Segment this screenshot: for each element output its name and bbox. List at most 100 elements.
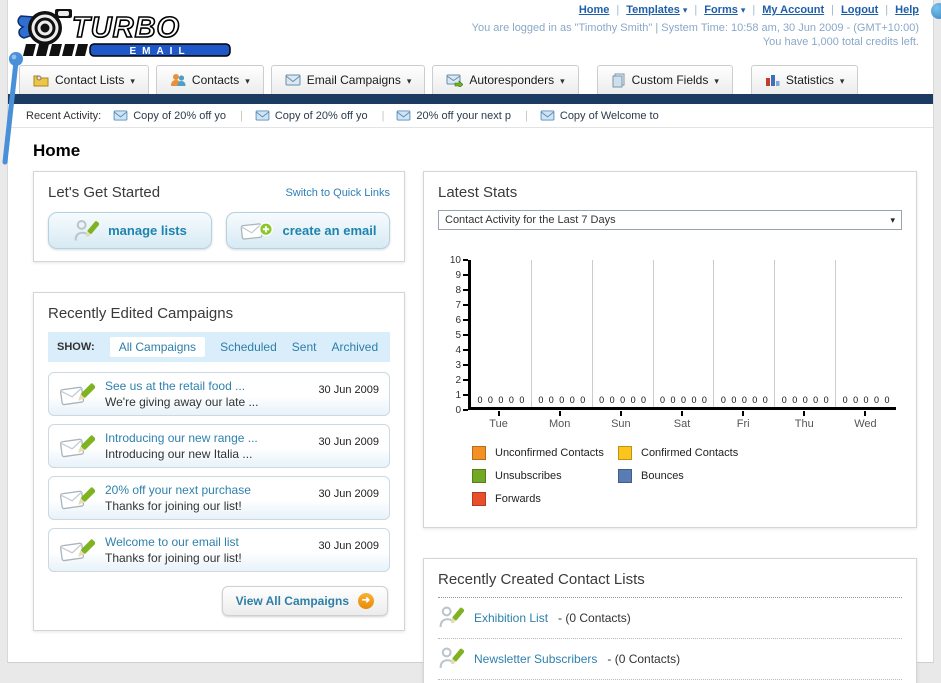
show-label: SHOW: [57,341,95,353]
chart-day-group: 00000 [775,260,837,407]
campaign-row[interactable]: See us at the retail food ... We're givi… [48,372,390,416]
campaign-title-link[interactable]: Welcome to our email list [105,535,308,549]
content-frame: TURBO EMAIL Home | Templates | Forms | My A… [7,0,934,683]
data-value-label: 0 [630,395,636,405]
chart-day-group: 00000 [836,260,896,407]
switch-quick-links[interactable]: Switch to Quick Links [285,187,390,199]
x-tick-label: Mon [529,411,590,430]
recent-activity-item[interactable]: Copy of 20% off yo [113,110,243,122]
tab-contacts[interactable]: Contacts [155,65,264,94]
tab-contact-lists[interactable]: Contact Lists [19,65,149,94]
home-link[interactable]: Home [579,4,610,16]
help-link[interactable]: Help [895,4,919,16]
y-tick-label: 1 [455,389,468,401]
tab-custom-fields[interactable]: Custom Fields [596,65,733,94]
data-value-label: 0 [609,395,615,405]
x-tick-label: Wed [835,411,896,430]
tab-email-campaigns[interactable]: Email Campaigns [270,65,426,94]
campaign-subtitle: We're giving away our late ... [105,395,259,409]
y-tick-label: 0 [455,404,468,416]
campaign-title-link[interactable]: Introducing our new range ... [105,431,308,445]
data-value-label: 0 [720,395,726,405]
y-tick-label: 8 [455,284,468,296]
chevron-down-icon [683,4,688,16]
tab-statistics[interactable]: Statistics [750,65,859,94]
legend-label: Confirmed Contacts [641,447,739,459]
campaign-list: See us at the retail food ... We're givi… [48,372,390,572]
legend-swatch [472,469,486,483]
navy-divider-bar [8,94,933,104]
campaign-title-link[interactable]: See us at the retail food ... [105,379,308,393]
contact-list-count: - (0 Contacts) [558,610,631,625]
recent-activity-item[interactable]: Copy of Welcome to [540,110,673,122]
legend-label: Forwards [495,493,541,505]
separator: | [831,4,835,16]
data-value-label: 0 [802,395,808,405]
create-email-button[interactable]: create an email [226,212,390,249]
data-value-label: 0 [842,395,848,405]
forms-link[interactable]: Forms [704,4,738,16]
legend-item: Unsubscribes [472,469,618,483]
data-value-label: 0 [599,395,605,405]
tab-label: Contacts [191,73,240,87]
person-pencil-icon [439,606,464,628]
logout-link[interactable]: Logout [841,4,878,16]
chevron-down-icon [407,73,412,87]
contact-list-row[interactable]: Newsletter Subscribers - (0 Contacts) [438,639,902,680]
logo-subtitle: EMAIL [129,46,190,57]
help-bubble-icon[interactable] [931,3,941,19]
contact-lists-title: Recently Created Contact Lists [438,571,645,588]
data-value-label: 0 [752,395,758,405]
data-value-label: 0 [823,395,829,405]
turbo-email-logo: TURBO EMAIL [17,9,231,57]
contacts-people-icon [170,74,186,86]
recent-activity-item[interactable]: Copy of 20% off yo [255,110,385,122]
pages-icon [612,73,625,87]
page-title: Home [33,141,81,160]
my-account-link[interactable]: My Account [762,4,824,16]
filter-scheduled[interactable]: Scheduled [220,340,277,354]
data-value-label: 0 [660,395,666,405]
data-value-label: 0 [813,395,819,405]
filter-archived[interactable]: Archived [331,340,378,354]
data-value-label: 0 [731,395,737,405]
data-value-label: 0 [691,395,697,405]
campaign-date: 30 Jun 2009 [318,488,379,500]
contact-list-row[interactable]: Exhibition List - (0 Contacts) [438,598,902,639]
stats-period-select[interactable]: Contact Activity for the Last 7 Days [438,210,902,230]
recent-activity-item[interactable]: 20% off your next p [396,110,527,122]
x-tick-label: Sun [590,411,651,430]
data-value-label: 0 [620,395,626,405]
filter-all-campaigns[interactable]: All Campaigns [109,337,206,357]
data-value-label: 0 [701,395,707,405]
recently-edited-campaigns-panel: Recently Edited Campaigns SHOW: All Camp… [33,292,405,631]
contact-list-link[interactable]: Newsletter Subscribers [474,652,597,666]
data-value-label: 0 [538,395,544,405]
x-tick-label: Tue [468,411,529,430]
campaign-row[interactable]: 20% off your next purchase Thanks for jo… [48,476,390,520]
data-value-label: 0 [680,395,686,405]
manage-lists-button[interactable]: manage lists [48,212,212,249]
data-value-label: 0 [569,395,575,405]
filter-sent[interactable]: Sent [292,340,317,354]
campaign-row[interactable]: Introducing our new range ... Introducin… [48,424,390,468]
left-column: Let's Get Started Switch to Quick Links … [33,171,405,661]
templates-link[interactable]: Templates [626,4,680,16]
view-all-campaigns-button[interactable]: View All Campaigns [221,586,388,616]
campaign-row[interactable]: Welcome to our email list Thanks for joi… [48,528,390,572]
latest-stats-title: Latest Stats [438,184,518,201]
header-right: Home | Templates | Forms | My Account | Logo… [472,4,919,48]
contact-activity-chart: 10 9 8 7 6 5 4 3 2 1 0 000000000000000000000000000… [442,255,896,430]
y-tick-label: 3 [455,359,468,371]
separator: | [885,4,889,16]
stats-period-value: Contact Activity for the Last 7 Days [445,214,616,226]
tab-autoresponders[interactable]: Autoresponders [432,65,579,94]
data-value-label: 0 [580,395,586,405]
campaign-title-link[interactable]: 20% off your next purchase [105,483,308,497]
legend-item: Confirmed Contacts [618,446,764,460]
turbo-email-home-page: TURBO EMAIL Home | Templates | Forms | My A… [0,0,941,683]
x-tick-label: Thu [774,411,835,430]
contact-list-link[interactable]: Exhibition List [474,611,548,625]
campaign-date: 30 Jun 2009 [318,384,379,396]
get-started-title: Let's Get Started [48,184,161,201]
